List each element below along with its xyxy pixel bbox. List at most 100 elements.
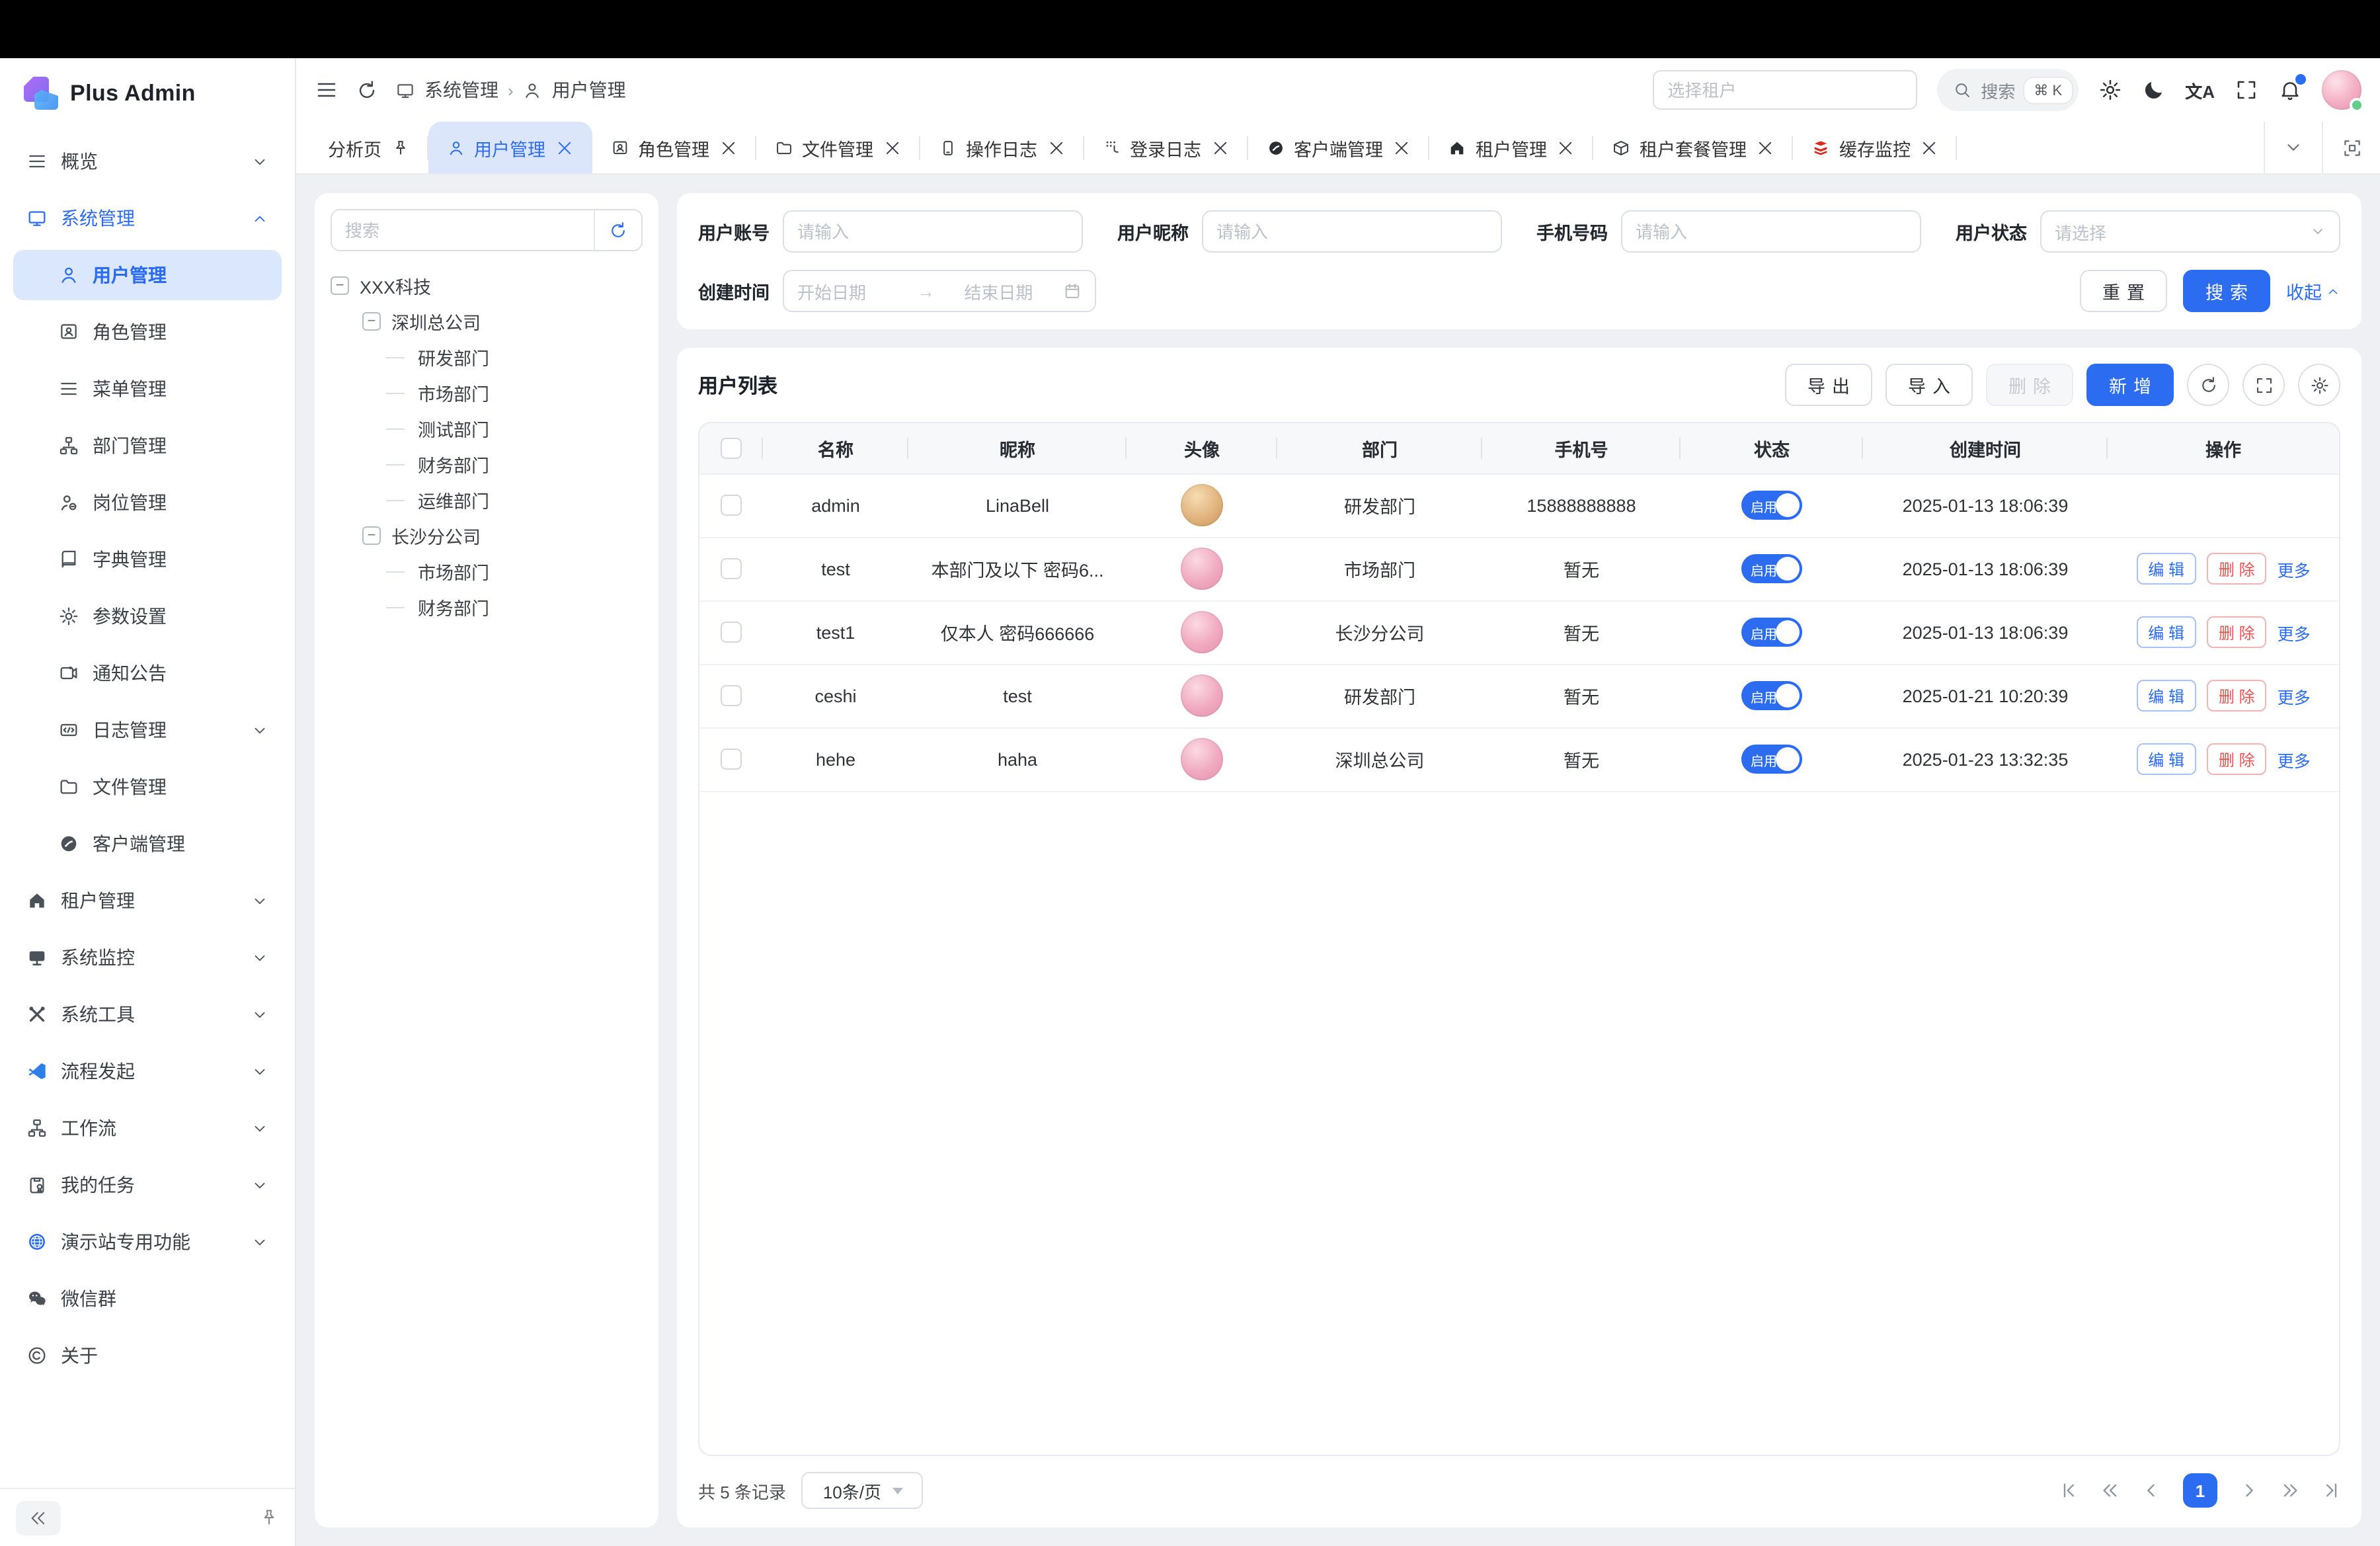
sidebar-item-post-mgmt[interactable]: 岗位管理 xyxy=(13,477,282,528)
delete-row-button[interactable]: 删 除 xyxy=(2207,680,2267,712)
notifications-button[interactable] xyxy=(2278,78,2302,102)
status-select[interactable]: 请选择 xyxy=(2040,210,2340,253)
sidebar-item-notice[interactable]: 通知公告 xyxy=(13,648,282,698)
tab-operation-log[interactable]: 操作日志 xyxy=(920,122,1084,173)
close-icon[interactable] xyxy=(1392,138,1411,157)
sidebar-item-system-mgmt[interactable]: 系统管理 xyxy=(13,193,282,243)
tree-node-finance-dept[interactable]: 财务部门 xyxy=(331,446,643,481)
tree-node-finance-dept-cs[interactable]: 财务部门 xyxy=(331,589,643,624)
sidebar-item-user-mgmt[interactable]: 用户管理 xyxy=(13,250,282,300)
close-icon[interactable] xyxy=(555,138,573,157)
nickname-input[interactable] xyxy=(1216,222,1488,241)
jump-back-button[interactable] xyxy=(2101,1481,2120,1500)
user-avatar[interactable] xyxy=(2322,70,2361,110)
status-toggle[interactable]: 启用 xyxy=(1741,681,1802,710)
edit-button[interactable]: 编 辑 xyxy=(2136,680,2196,712)
tree-node-rd-dept[interactable]: 研发部门 xyxy=(331,339,643,374)
settings-button[interactable] xyxy=(2098,78,2122,102)
sidebar-item-param-settings[interactable]: 参数设置 xyxy=(13,591,282,641)
status-toggle[interactable]: 启用 xyxy=(1741,491,1802,520)
tab-client-mgmt[interactable]: 客户端管理 xyxy=(1248,122,1429,173)
sidebar-item-system-monitor[interactable]: 系统监控 xyxy=(13,932,282,983)
delete-row-button[interactable]: 删 除 xyxy=(2207,553,2267,585)
tree-node-shenzhen-hq[interactable]: −深圳总公司 xyxy=(331,303,643,339)
edit-button[interactable]: 编 辑 xyxy=(2136,553,2196,585)
delete-row-button[interactable]: 删 除 xyxy=(2207,743,2267,775)
pin-icon[interactable] xyxy=(391,138,409,157)
refresh-page-button[interactable] xyxy=(356,79,378,101)
sidebar-item-tenant-mgmt[interactable]: 租户管理 xyxy=(13,875,282,926)
tree-expander-icon[interactable]: − xyxy=(362,526,381,544)
tree-node-changsha-branch[interactable]: −长沙分公司 xyxy=(331,517,643,553)
tree-node-company[interactable]: −XXX科技 xyxy=(331,267,643,303)
table-refresh-button[interactable] xyxy=(2187,364,2229,406)
row-checkbox[interactable] xyxy=(721,685,742,706)
tab-cache-monitor[interactable]: 缓存监控 xyxy=(1793,122,1957,173)
reset-button[interactable]: 重置 xyxy=(2080,270,2167,312)
status-toggle[interactable]: 启用 xyxy=(1741,618,1802,647)
jump-forward-button[interactable] xyxy=(2281,1481,2299,1500)
current-page-button[interactable]: 1 xyxy=(2183,1473,2217,1508)
tab-tenant-mgmt[interactable]: 租户管理 xyxy=(1429,122,1593,173)
sidebar-item-workflow[interactable]: 工作流 xyxy=(13,1103,282,1153)
edit-button[interactable]: 编 辑 xyxy=(2136,743,2196,775)
hamburger-menu-button[interactable] xyxy=(315,78,338,102)
tree-node-market-dept-cs[interactable]: 市场部门 xyxy=(331,553,643,589)
tree-node-market-dept[interactable]: 市场部门 xyxy=(331,374,643,410)
sidebar-item-role-mgmt[interactable]: 角色管理 xyxy=(13,307,282,357)
sidebar-collapse-button[interactable] xyxy=(16,1500,61,1535)
delete-row-button[interactable]: 删 除 xyxy=(2207,616,2267,648)
breadcrumb-user-mgmt[interactable]: 用户管理 xyxy=(523,77,626,103)
search-button[interactable]: 搜索 xyxy=(2183,270,2270,312)
dark-mode-toggle[interactable] xyxy=(2141,78,2165,102)
tree-node-test-dept[interactable]: 测试部门 xyxy=(331,410,643,446)
tab-tenant-package-mgmt[interactable]: 租户套餐管理 xyxy=(1593,122,1793,173)
tab-role-mgmt[interactable]: 角色管理 xyxy=(592,122,756,173)
date-range-picker[interactable]: 开始日期 → 结束日期 xyxy=(783,270,1095,312)
close-icon[interactable] xyxy=(1920,138,1938,157)
language-switch-button[interactable]: 文A xyxy=(2185,77,2215,102)
table-settings-button[interactable] xyxy=(2298,364,2340,406)
more-button[interactable]: 更多 xyxy=(2278,556,2311,581)
close-icon[interactable] xyxy=(1556,138,1575,157)
edit-button[interactable]: 编 辑 xyxy=(2136,616,2196,648)
breadcrumb-system-mgmt[interactable]: 系统管理 xyxy=(395,77,498,103)
row-checkbox[interactable] xyxy=(721,622,742,643)
import-button[interactable]: 导入 xyxy=(1885,364,1973,406)
phone-input[interactable] xyxy=(1636,222,1907,241)
row-checkbox[interactable] xyxy=(721,558,742,579)
fullscreen-button[interactable] xyxy=(2235,78,2258,102)
add-button[interactable]: 新增 xyxy=(2086,364,2174,406)
row-checkbox[interactable] xyxy=(721,495,742,516)
row-checkbox[interactable] xyxy=(721,749,742,770)
global-search-button[interactable]: 搜索 ⌘ K xyxy=(1937,69,2078,111)
last-page-button[interactable] xyxy=(2322,1481,2340,1500)
sidebar-pin-button[interactable] xyxy=(259,1508,279,1527)
tree-expander-icon[interactable]: − xyxy=(331,276,349,294)
sidebar-item-log-mgmt[interactable]: 日志管理 xyxy=(13,705,282,755)
tree-refresh-button[interactable] xyxy=(594,210,641,250)
tab-user-mgmt[interactable]: 用户管理 xyxy=(428,122,592,173)
tree-node-ops-dept[interactable]: 运维部门 xyxy=(331,481,643,517)
more-button[interactable]: 更多 xyxy=(2278,683,2311,708)
first-page-button[interactable] xyxy=(2060,1481,2079,1500)
sidebar-item-demo-features[interactable]: 演示站专用功能 xyxy=(13,1217,282,1267)
collapse-filters-link[interactable]: 收起 xyxy=(2286,278,2340,304)
sidebar-item-dict-mgmt[interactable]: 字典管理 xyxy=(13,534,282,585)
export-button[interactable]: 导出 xyxy=(1785,364,1872,406)
sidebar-item-file-mgmt[interactable]: 文件管理 xyxy=(13,762,282,812)
tree-expander-icon[interactable]: − xyxy=(362,311,381,330)
close-icon[interactable] xyxy=(719,138,737,157)
content-fullscreen-button[interactable] xyxy=(2322,122,2380,173)
tabs-dropdown-button[interactable] xyxy=(2264,122,2322,173)
sidebar-item-menu-mgmt[interactable]: 菜单管理 xyxy=(13,364,282,414)
sidebar-item-process-start[interactable]: 流程发起 xyxy=(13,1046,282,1096)
sidebar-item-my-tasks[interactable]: 我的任务 xyxy=(13,1160,282,1210)
account-input[interactable] xyxy=(797,222,1068,241)
select-all-checkbox[interactable] xyxy=(721,438,742,459)
sidebar-item-wechat-group[interactable]: 微信群 xyxy=(13,1274,282,1324)
table-fullscreen-button[interactable] xyxy=(2242,364,2285,406)
status-toggle[interactable]: 启用 xyxy=(1741,745,1802,774)
status-toggle[interactable]: 启用 xyxy=(1741,554,1802,583)
more-button[interactable]: 更多 xyxy=(2278,620,2311,645)
